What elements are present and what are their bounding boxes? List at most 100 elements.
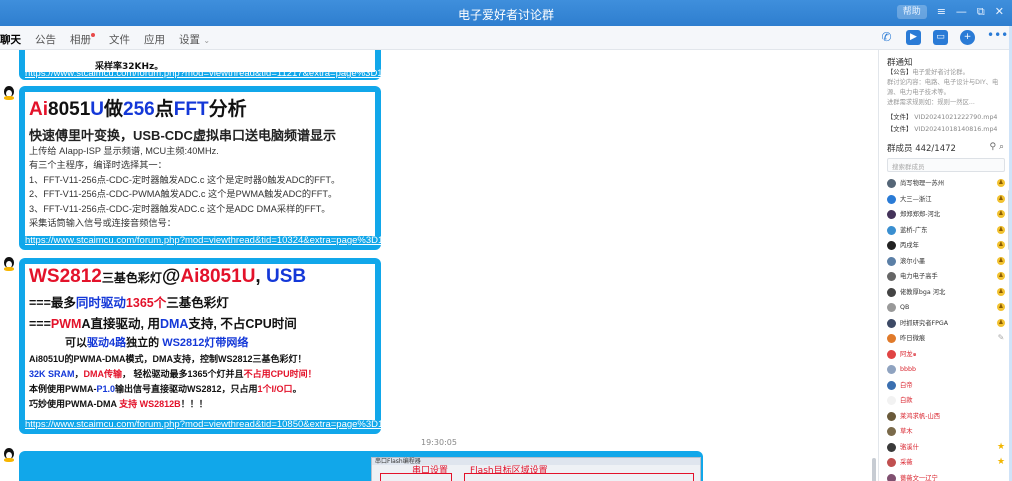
tabs: 聊天 公告 相册 文件 应用 设置 ⌄ xyxy=(0,32,210,47)
tab-bar: 聊天 公告 相册 文件 应用 设置 ⌄ ✆ ▶ ▭ + ••• xyxy=(0,26,1012,50)
member-role-icon: ♟ xyxy=(997,210,1005,218)
member-name: 莱鸿求帆-山西 xyxy=(900,412,941,420)
message-link[interactable]: https://www.stcaimcu.com/forum.php?mod=v… xyxy=(25,419,383,430)
message-card: Ai8051U做256点FFT分析 快速傅里叶变换，USB-CDC虚拟串口送电脑… xyxy=(25,92,375,236)
group-sidebar: 群通知 【公告】电子爱好者讨论群。 群讨论内容：电路、电子设计与DIY、电源、电… xyxy=(878,50,1012,481)
message-subtitle: 快速傅里叶变换，USB-CDC虚拟串口送电脑频谱显示 xyxy=(29,128,336,143)
member-item[interactable]: 草木 xyxy=(887,426,1009,439)
notice-content[interactable]: 【公告】电子爱好者讨论群。 群讨论内容：电路、电子设计与DIY、电源、电力电子技… xyxy=(887,68,1007,108)
member-name: 骆溪什 xyxy=(900,443,919,451)
member-item[interactable]: 佬教厚bga 河北 ♟ xyxy=(887,287,1009,300)
member-avatar xyxy=(887,427,896,436)
members-title: 群成员 442/1472 xyxy=(887,144,956,154)
message-bubble-fft[interactable]: Ai8051U做256点FFT分析 快速傅里叶变换，USB-CDC虚拟串口送电脑… xyxy=(19,86,383,250)
add-icon[interactable]: + xyxy=(960,30,975,45)
more-icon[interactable]: ••• xyxy=(987,29,1008,45)
menu-icon[interactable]: ≡ xyxy=(937,5,946,19)
chat-area[interactable]: 采样率32KHz。 https://www.stcaimcu.com/forum… xyxy=(0,50,878,481)
phone-icon[interactable]: ✆ xyxy=(879,30,894,45)
qq-penguin-avatar[interactable] xyxy=(2,448,16,462)
tab-album[interactable]: 相册 xyxy=(70,32,95,47)
tab-files[interactable]: 文件 xyxy=(109,32,130,47)
member-item[interactable]: bbbb xyxy=(887,364,1009,377)
tab-notice[interactable]: 公告 xyxy=(35,32,56,47)
notice-title[interactable]: 群通知 xyxy=(887,56,913,68)
member-role-icon: ♟ xyxy=(997,194,1005,203)
member-item[interactable]: 采薇 ★ xyxy=(887,457,1009,470)
embedded-screenshot[interactable]: 串口Flash编程器 串口设置 Flash目标区域设置 xyxy=(371,457,701,481)
member-name: 蔷薇文一辽宁 xyxy=(900,474,938,481)
member-name: 白款 xyxy=(900,397,913,404)
edit-icon: ✎ xyxy=(997,333,1005,342)
member-tools: ⚲ ⌕ xyxy=(989,142,1004,152)
member-role-icon: ♟ xyxy=(997,241,1005,249)
member-avatar xyxy=(887,396,896,405)
member-item[interactable]: 蔷薇文一辽宁 xyxy=(887,473,1009,481)
tab-apps[interactable]: 应用 xyxy=(144,32,165,47)
tab-settings[interactable]: 设置 ⌄ xyxy=(179,32,210,47)
member-item[interactable]: 昨日微痕 ✎ xyxy=(887,333,1009,346)
member-item[interactable]: 白帝 xyxy=(887,380,1009,393)
member-avatar xyxy=(887,210,896,219)
message-line: 巧妙使用PWMA-DMA 支持 WS2812B！！！ xyxy=(29,399,208,409)
message-bubble-prev[interactable]: 采样率32KHz。 https://www.stcaimcu.com/forum… xyxy=(19,50,383,80)
message-line: ===PWMA直接驱动, 用DMA支持, 不占CPU时间 xyxy=(29,317,297,331)
help-button[interactable]: 帮助 xyxy=(896,5,927,19)
member-item[interactable]: 蓝桥-广东 ♟ xyxy=(887,225,1009,238)
message-timestamp: 19:30:05 xyxy=(421,438,457,447)
video-icon[interactable]: ▶ xyxy=(906,30,921,45)
member-item[interactable]: 时抓研究者FPGA ♟ xyxy=(887,318,1009,331)
window-title: 电子爱好者讨论群 xyxy=(457,8,554,22)
chevron-down-icon: ⌄ xyxy=(203,36,211,45)
member-item[interactable]: 丙戌年 ♟ xyxy=(887,240,1009,253)
member-avatar xyxy=(887,303,896,312)
member-name: 阿龙๑ xyxy=(900,350,917,358)
qq-penguin-avatar[interactable] xyxy=(2,86,16,100)
message-bubble-ws2812[interactable]: WS2812三基色彩灯@Ai8051U, USB ===最多同时驱动1365个三… xyxy=(19,258,383,434)
tab-chat[interactable]: 聊天 xyxy=(0,32,21,47)
file-item[interactable]: 【文件】 VID20241021222790.mp4 xyxy=(887,112,997,121)
member-role-icon: ♟ xyxy=(997,272,1005,280)
message-link[interactable]: https://www.stcaimcu.com/forum.php?mod=v… xyxy=(25,235,383,246)
member-item[interactable]: 大三—浙江 ♟ xyxy=(887,194,1009,207)
member-avatar xyxy=(887,458,896,467)
add-member-icon[interactable]: ⚲ xyxy=(989,142,996,152)
tab-album-label: 相册 xyxy=(70,34,91,46)
member-avatar xyxy=(887,179,896,188)
member-item[interactable]: 电力电子高手 ♟ xyxy=(887,271,1009,284)
member-item[interactable]: QB ♟ xyxy=(887,302,1009,315)
member-name: 滚尔小墨 xyxy=(900,257,926,265)
annotation-box xyxy=(380,473,452,481)
member-item[interactable]: 滚尔小墨 ♟ xyxy=(887,256,1009,269)
member-item[interactable]: 莱鸿求帆-山西 xyxy=(887,411,1009,424)
message-bubble-image[interactable]: 串口Flash编程器 串口设置 Flash目标区域设置 xyxy=(19,451,703,481)
member-item[interactable]: 阿龙๑ xyxy=(887,349,1009,362)
member-search-input[interactable]: 搜索群成员 xyxy=(887,158,1005,172)
message-line: 32K SRAM，DMA传输， 轻松驱动最多1365个灯并且不占用CPU时间！ xyxy=(29,369,317,379)
minimize-button[interactable]: — xyxy=(956,5,967,19)
message-line: 可以驱动4路独立的 WS2812灯带网络 xyxy=(65,337,249,349)
member-avatar xyxy=(887,194,896,204)
unread-dot xyxy=(91,33,95,37)
member-role-icon: ♟ xyxy=(997,256,1005,265)
qq-penguin-avatar[interactable] xyxy=(2,257,16,271)
member-item[interactable]: 郑郑郑郑-河北 ♟ xyxy=(887,209,1009,222)
message-line: 2、FFT-V11-256点-CDC-PWMA触发ADC.c 这个是PWMA触发… xyxy=(29,189,338,200)
message-link[interactable]: https://www.stcaimcu.com/forum.php?mod=v… xyxy=(25,68,383,79)
member-avatar xyxy=(887,473,896,481)
file-item[interactable]: 【文件】 VID20241018140816.mp4 xyxy=(887,124,997,133)
search-icon[interactable]: ⌕ xyxy=(999,142,1004,152)
message-line: ===最多同时驱动1365个三基色彩灯 xyxy=(29,296,229,310)
screen-share-icon[interactable]: ▭ xyxy=(933,30,948,45)
member-item[interactable]: 骆溪什 ★ xyxy=(887,442,1009,455)
maximize-button[interactable]: ⧉ xyxy=(977,5,985,19)
chat-scrollbar[interactable] xyxy=(872,458,876,481)
member-avatar xyxy=(887,380,896,390)
member-name: 佬教厚bga 河北 xyxy=(900,288,946,296)
close-button[interactable]: ✕ xyxy=(995,5,1004,19)
title-bar: 电子爱好者讨论群 帮助 ≡ — ⧉ ✕ xyxy=(0,0,1012,26)
member-item[interactable]: 尚写物理一苏州 ♟ xyxy=(887,178,1009,191)
member-avatar xyxy=(887,318,896,328)
member-item[interactable]: 白款 xyxy=(887,395,1009,408)
member-avatar xyxy=(887,365,896,374)
